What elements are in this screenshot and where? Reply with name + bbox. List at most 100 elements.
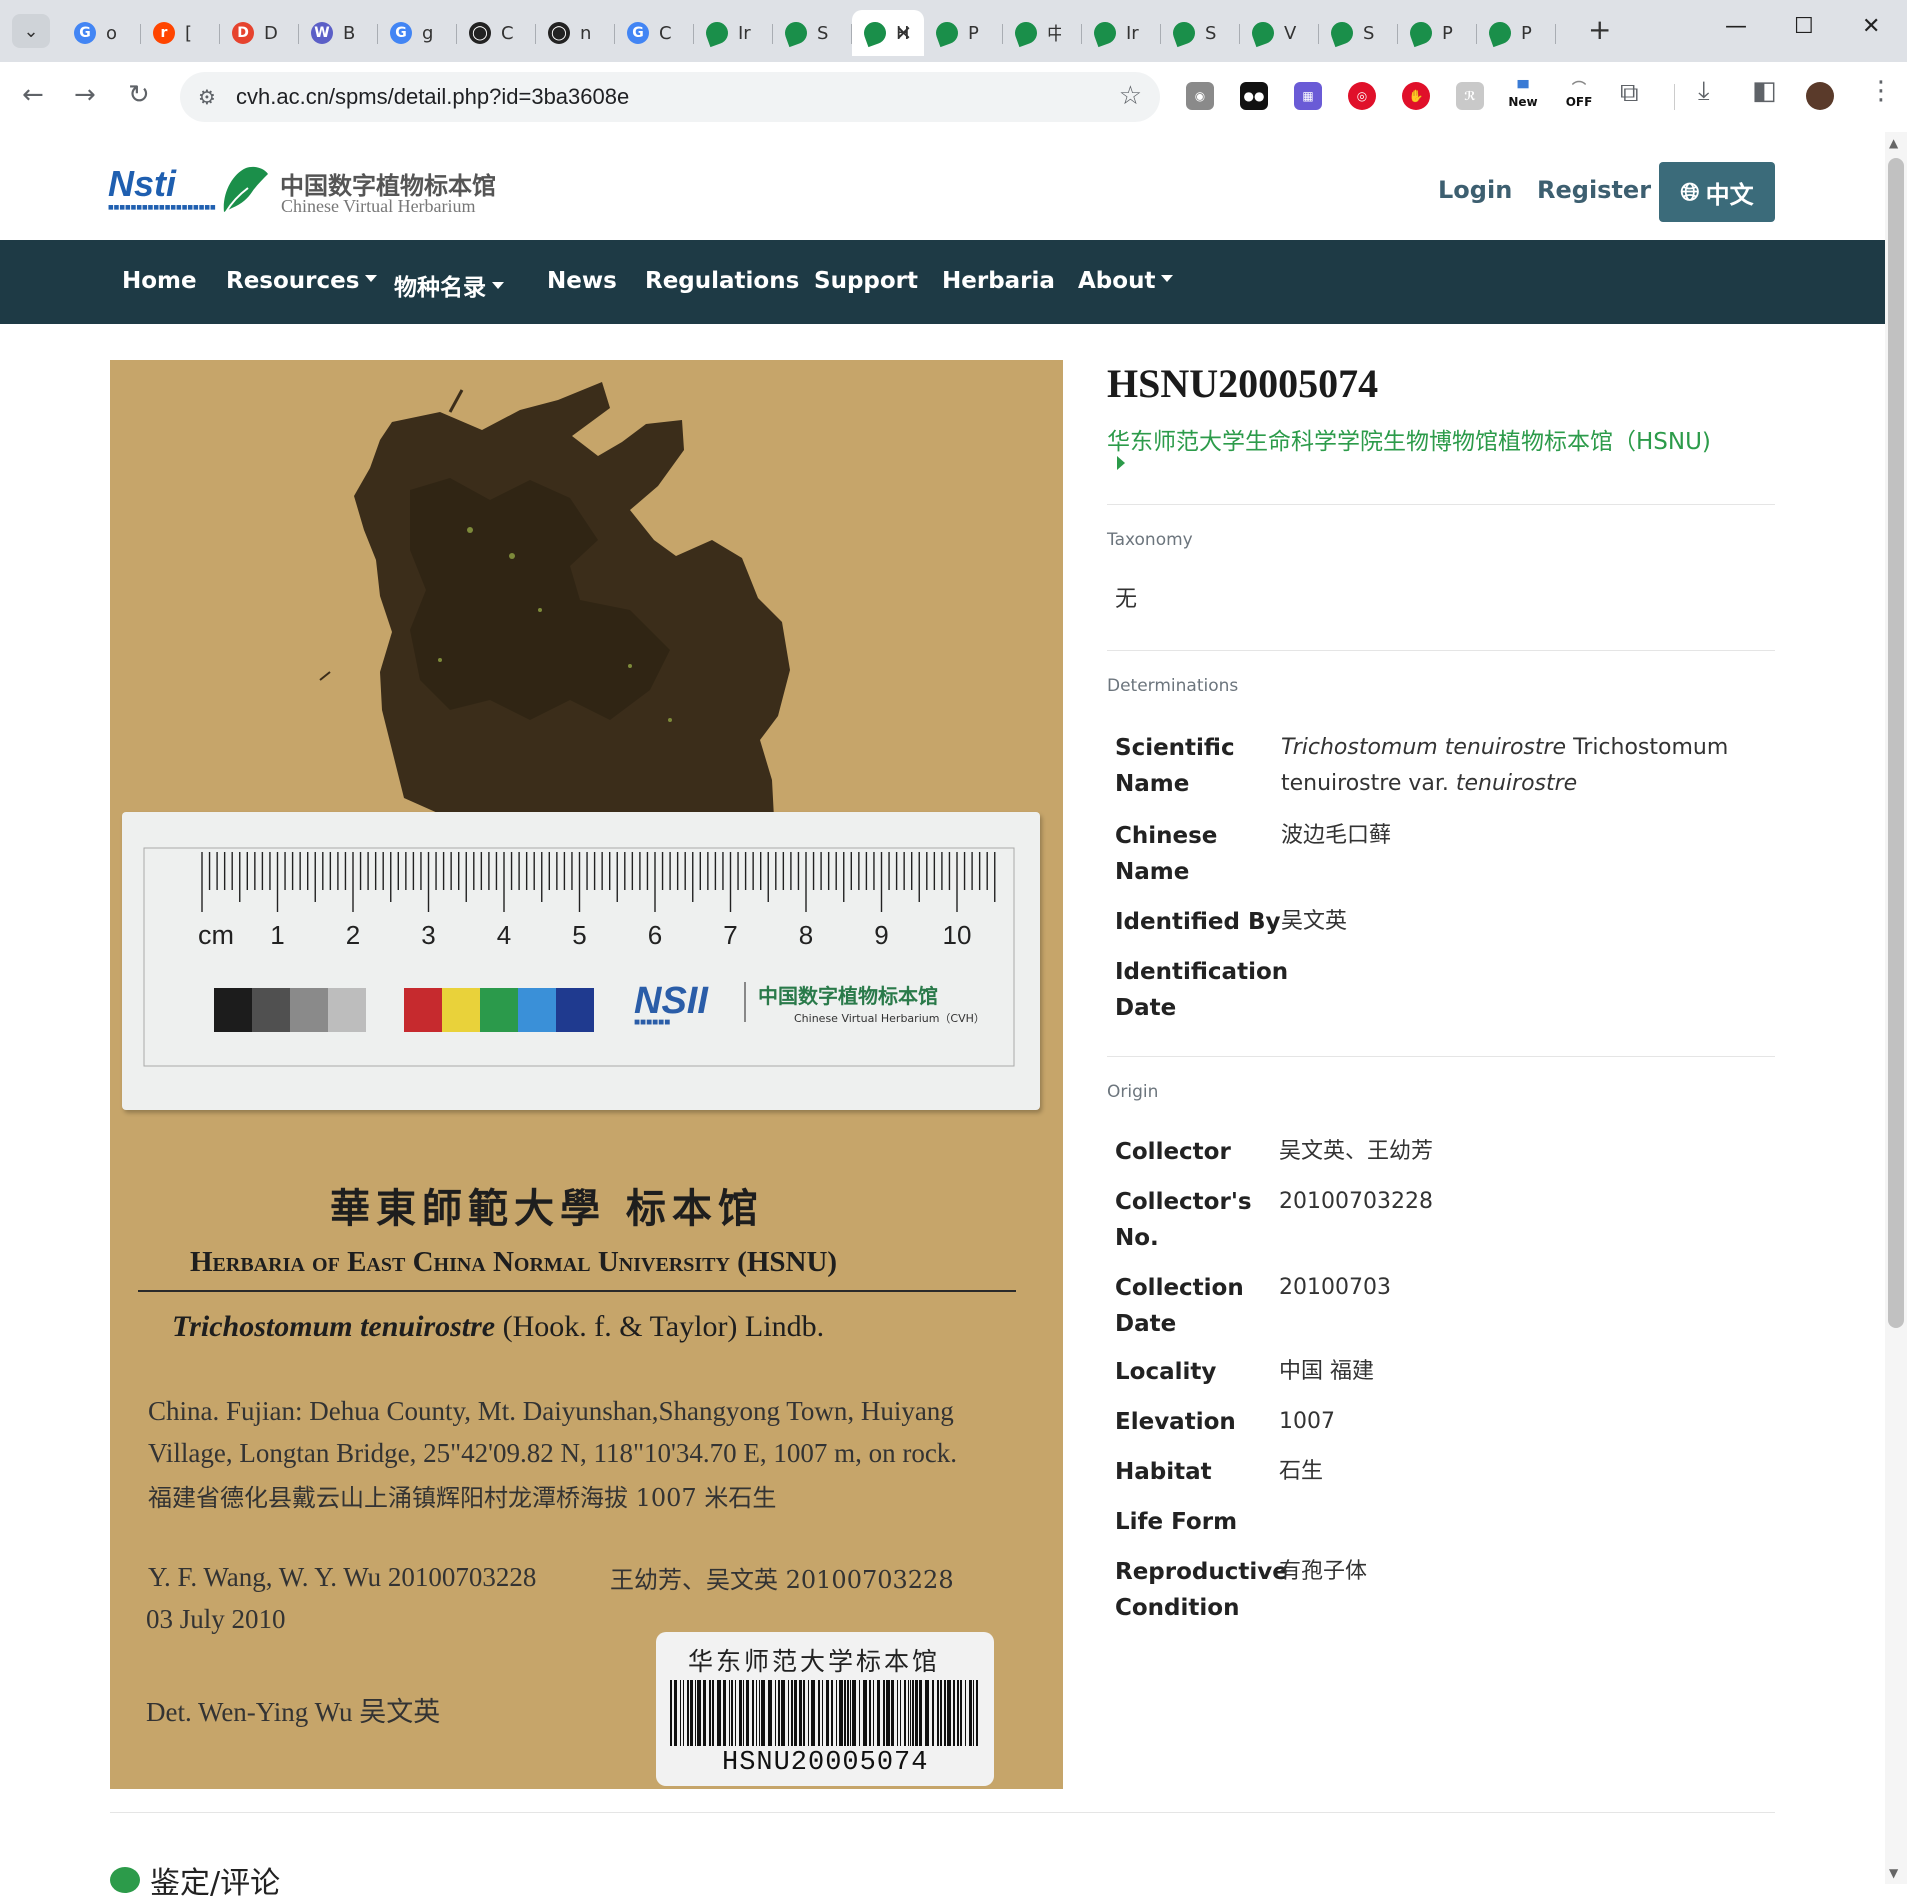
browser-tab[interactable]: WB (299, 10, 378, 56)
barcode-bar (743, 1680, 744, 1746)
extensions-puzzle-icon[interactable]: ⧉ (1620, 78, 1639, 109)
browser-tab[interactable]: P (924, 10, 1003, 56)
extension-icon[interactable]: ✋ (1402, 82, 1430, 110)
nav-item[interactable]: Support (814, 268, 918, 294)
browser-tab[interactable]: Gg (378, 10, 457, 56)
browser-tab[interactable]: Ir (694, 10, 773, 56)
camera-extension-icon[interactable]: ◉ (1186, 82, 1214, 110)
extension-icon[interactable]: ▦ (1294, 82, 1322, 110)
nav-item[interactable]: Home (122, 268, 197, 294)
tab-favicon-icon: D (232, 22, 254, 44)
browser-tab[interactable]: S (1319, 10, 1398, 56)
nsti-logo[interactable]: Nsti ■■■■■■■■■■■■■■■■■■■ (108, 164, 216, 214)
back-icon[interactable]: ← (22, 80, 44, 110)
barcode-bar (697, 1680, 701, 1746)
extension-icon[interactable]: ◎ (1348, 82, 1376, 110)
language-toggle-button[interactable]: 🌐︎ 中文 (1659, 162, 1775, 222)
reload-icon[interactable]: ↻ (128, 80, 150, 110)
site-info-icon[interactable]: ⚙ (198, 85, 216, 109)
tab-favicon-icon (932, 18, 962, 48)
nav-item[interactable]: Resources (226, 268, 378, 294)
browser-tab[interactable]: S (773, 10, 852, 56)
barcode-bar (756, 1680, 757, 1746)
barcode-bar (731, 1680, 733, 1746)
nav-item[interactable]: Regulations (645, 268, 799, 294)
nav-item[interactable]: 物种名录 (394, 268, 504, 302)
browser-tab[interactable]: Go (62, 10, 141, 56)
barcode-bar (826, 1680, 829, 1746)
login-link[interactable]: Login (1438, 176, 1512, 204)
forward-icon[interactable]: → (74, 80, 96, 110)
label-collectors-en: Y. F. Wang, W. Y. Wu 20100703228 (148, 1562, 537, 1592)
nav-item[interactable]: Herbaria (942, 268, 1055, 294)
profile-avatar[interactable] (1806, 82, 1834, 110)
menu-kebab-icon[interactable]: ⋮ (1868, 76, 1894, 106)
barcode-bar (775, 1680, 776, 1746)
browser-tab[interactable]: Ir (1082, 10, 1161, 56)
browser-tab[interactable]: V (1240, 10, 1319, 56)
specimen-image[interactable]: cm 1 2 3 4 5 6 7 8 9 10 NSII ■■■■■■ 中国数字植物标本馆 Chin… (110, 360, 1063, 1789)
close-tab-icon[interactable]: ✕ (895, 21, 912, 45)
barcode-bar (883, 1680, 885, 1746)
brand-english-name[interactable]: Chinese Virtual Herbarium (281, 196, 476, 217)
barcode-bar (791, 1680, 793, 1746)
scroll-down-arrow-icon[interactable]: ▼ (1889, 1866, 1898, 1880)
omnibox[interactable]: ⚙ cvh.ac.cn/spms/detail.php?id=3ba3608e … (180, 72, 1160, 122)
browser-tab[interactable]: S (1161, 10, 1240, 56)
barcode-bar (712, 1680, 714, 1746)
tab-title: S (1205, 22, 1217, 44)
nav-item[interactable]: News (547, 268, 617, 294)
barcode-bar (761, 1680, 765, 1746)
color-swatch (328, 988, 366, 1032)
ruler-number: 3 (421, 920, 435, 950)
browser-tab[interactable]: P (1398, 10, 1477, 56)
barcode-label: 华东师范大学标本馆 HSNU20005074 (656, 1632, 994, 1786)
bookmark-star-icon[interactable]: ☆ (1119, 81, 1142, 111)
nav-item[interactable]: About (1078, 268, 1174, 294)
color-swatch (518, 988, 556, 1032)
browser-tab[interactable]: DD (220, 10, 299, 56)
scroll-up-arrow-icon[interactable]: ▲ (1889, 136, 1898, 150)
barcode-bar (891, 1680, 894, 1746)
ruler-number: 8 (799, 920, 813, 950)
nav-item-label: About (1078, 268, 1156, 294)
collector-value: 吴文英、王幼芳 (1279, 1139, 1434, 1164)
barcode-bar (717, 1680, 721, 1746)
institution-link[interactable]: 华东师范大学生命科学学院生物博物馆植物标本馆（HSNU) (1107, 422, 1711, 456)
tab-search-button[interactable]: ⌄ (12, 14, 50, 48)
side-panel-icon[interactable]: ◧ (1752, 76, 1777, 106)
register-link[interactable]: Register (1537, 176, 1651, 204)
barcode-bar (811, 1680, 815, 1746)
barcode-bar (752, 1680, 754, 1746)
page-scrollbar-thumb[interactable] (1888, 158, 1904, 1328)
color-swatch (480, 988, 518, 1032)
elevation-value: 1007 (1279, 1409, 1335, 1434)
maximize-icon[interactable]: ☐ (1794, 14, 1814, 39)
browser-tab[interactable]: P (1477, 10, 1556, 56)
browser-tab[interactable]: ◯ n (536, 10, 615, 56)
browser-tab[interactable]: H ✕ (852, 10, 924, 56)
scientific-name-var: tenuirostre (1455, 771, 1578, 796)
downloads-icon[interactable]: ⤓ (1698, 76, 1710, 107)
off-extension-icon[interactable]: ⌒ OFF (1562, 82, 1596, 110)
new-extension-icon[interactable]: ▀ New (1506, 82, 1540, 110)
caret-right-icon[interactable] (1117, 456, 1125, 470)
extension-icon[interactable]: ℛ (1456, 82, 1484, 110)
minimize-icon[interactable]: — (1725, 14, 1747, 39)
label-divider (138, 1290, 1016, 1292)
close-window-icon[interactable]: ✕ (1862, 14, 1880, 39)
browser-tab[interactable]: ◯ C (457, 10, 536, 56)
nav-item-label: Home (122, 268, 197, 294)
ginkgo-leaf-icon[interactable] (218, 164, 270, 214)
extension-icon[interactable]: ●● (1240, 82, 1268, 110)
color-swatch (556, 988, 594, 1032)
browser-tab[interactable]: 中 (1003, 10, 1082, 56)
browser-tab[interactable]: GC (615, 10, 694, 56)
tab-title: P (1521, 22, 1532, 44)
url-text[interactable]: cvh.ac.cn/spms/detail.php?id=3ba3608e (236, 84, 629, 110)
browser-tab[interactable]: r[ (141, 10, 220, 56)
ruler-scale: cm 1 2 3 4 5 6 7 8 9 10 (143, 847, 1015, 1067)
new-tab-button[interactable]: + (1588, 16, 1611, 44)
habitat-value: 石生 (1279, 1459, 1324, 1484)
tab-title: S (1363, 22, 1375, 44)
